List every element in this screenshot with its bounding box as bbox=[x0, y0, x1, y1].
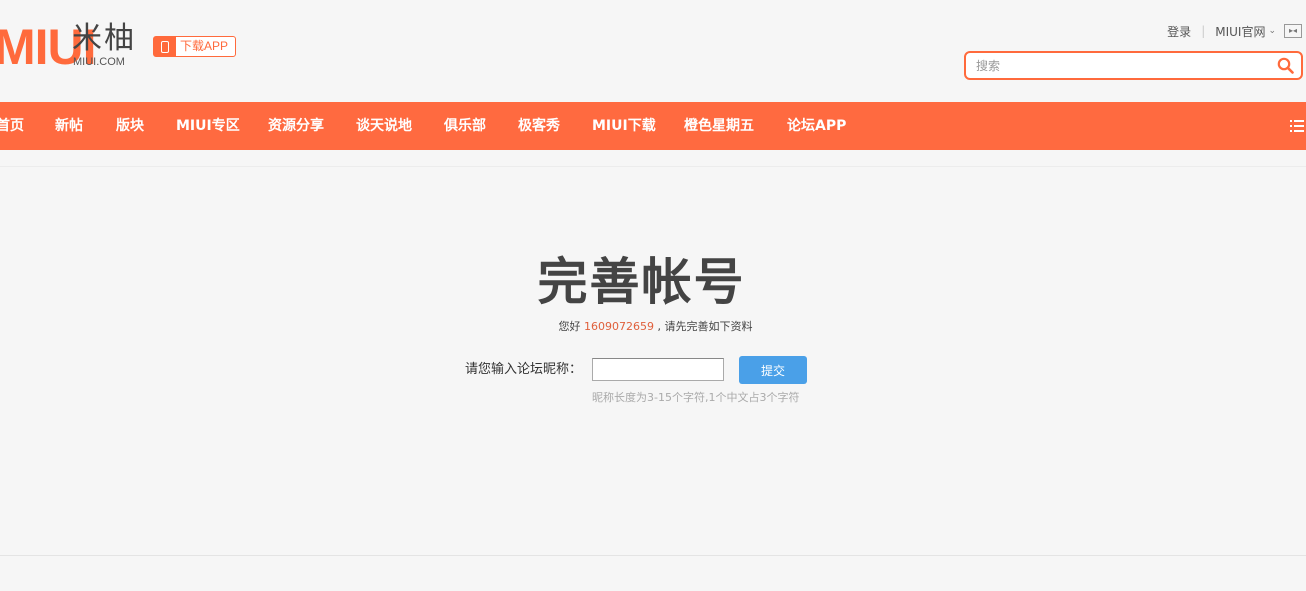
nav-item-chat[interactable]: 谈天说地 bbox=[356, 102, 412, 150]
search-input[interactable] bbox=[974, 56, 1264, 76]
submit-button[interactable]: 提交 bbox=[739, 356, 807, 384]
nickname-input[interactable] bbox=[592, 358, 724, 381]
chevron-down-icon[interactable]: ⌄ bbox=[1268, 26, 1276, 36]
download-app-label: 下载APP bbox=[180, 39, 229, 53]
page-title: 完善帐号 bbox=[537, 253, 746, 311]
nav-item-boards[interactable]: 版块 bbox=[116, 102, 144, 150]
nav-item-new-posts[interactable]: 新帖 bbox=[55, 102, 83, 150]
divider: | bbox=[1201, 24, 1206, 38]
search-box bbox=[964, 51, 1303, 80]
nav-item-orange-friday[interactable]: 橙色星期五 bbox=[684, 102, 754, 150]
nav-item-miui-zone[interactable]: MIUI专区 bbox=[176, 102, 240, 150]
phone-icon bbox=[161, 40, 169, 53]
official-site-link[interactable]: MIUI官网 bbox=[1215, 23, 1265, 40]
header: MIUI 米柚 MIUI.COM 下载APP 登录 | MIUI官网 ⌄ ▸◂ bbox=[0, 0, 1306, 102]
greeting-suffix: , 请先完善如下资料 bbox=[657, 320, 753, 333]
nav-item-forum-app[interactable]: 论坛APP bbox=[787, 102, 846, 150]
download-app-button[interactable]: 下载APP bbox=[153, 36, 236, 57]
search-icon[interactable] bbox=[1277, 57, 1294, 74]
nav-item-miui-download[interactable]: MIUI下载 bbox=[592, 102, 656, 150]
user-id: 1609072659 bbox=[584, 320, 654, 333]
phone-icon-box bbox=[154, 37, 176, 56]
nav-item-resources[interactable]: 资源分享 bbox=[268, 102, 324, 150]
top-links: 登录 | MIUI官网 ⌄ ▸◂ bbox=[1167, 22, 1306, 40]
expand-icon[interactable]: ▸◂ bbox=[1284, 24, 1302, 38]
complete-account-panel: 完善帐号 您好 1609072659 , 请先完善如下资料 请您输入论坛昵称： … bbox=[0, 166, 1306, 556]
nickname-hint: 昵称长度为3-15个字符,1个中文占3个字符 bbox=[592, 391, 800, 404]
nav-item-clubs[interactable]: 俱乐部 bbox=[444, 102, 486, 150]
nickname-label: 请您输入论坛昵称： bbox=[465, 362, 583, 377]
greeting-prefix: 您好 bbox=[558, 320, 581, 333]
logo-domain: MIUI.COM bbox=[73, 56, 125, 68]
nav-item-home[interactable]: 首页 bbox=[0, 102, 24, 150]
nav-item-geek-show[interactable]: 极客秀 bbox=[518, 102, 560, 150]
greeting-text: 您好 1609072659 , 请先完善如下资料 bbox=[0, 318, 1306, 334]
logo-chinese-name[interactable]: 米柚 bbox=[72, 23, 136, 55]
login-link[interactable]: 登录 bbox=[1167, 23, 1191, 40]
main-nav: 首页 新帖 版块 MIUI专区 资源分享 谈天说地 俱乐部 极客秀 MIUI下载… bbox=[0, 102, 1306, 150]
menu-icon[interactable] bbox=[1290, 119, 1304, 133]
